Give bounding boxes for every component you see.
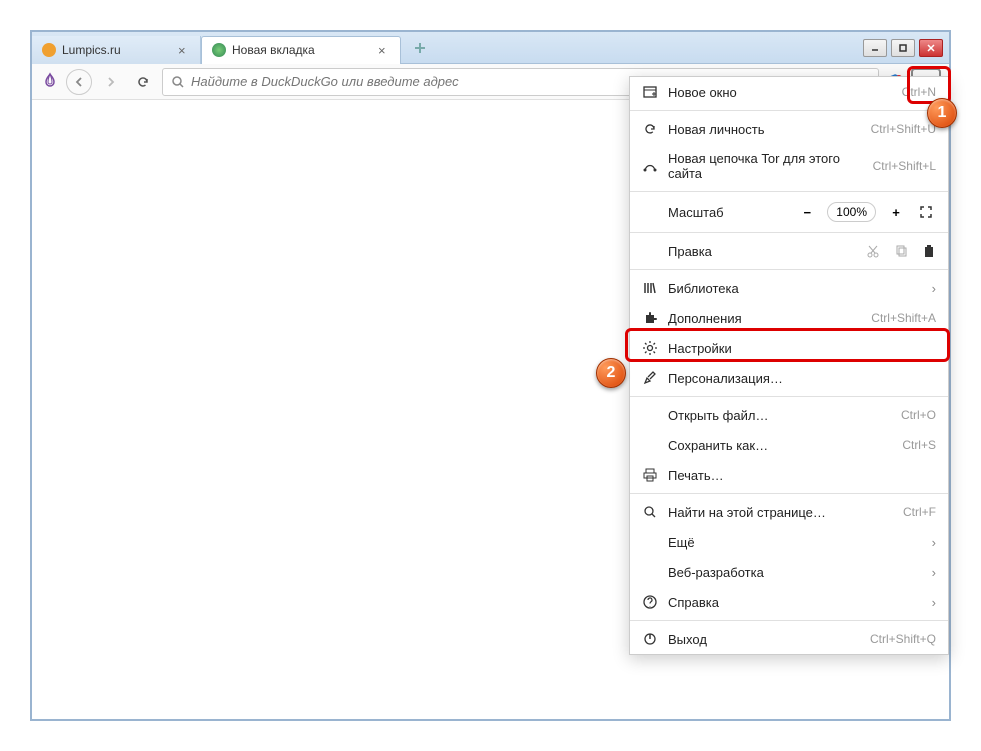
- menu-label: Новая цепочка Tor для этого сайта: [668, 151, 863, 181]
- tab-title: Lumpics.ru: [62, 43, 172, 57]
- menu-label: Новая личность: [668, 122, 861, 137]
- menu-new-window[interactable]: Новое окно Ctrl+N: [630, 77, 948, 107]
- separator: [630, 110, 948, 111]
- globe-icon: [212, 43, 226, 57]
- chevron-right-icon: ›: [932, 535, 936, 550]
- tab-newtab[interactable]: Новая вкладка ×: [201, 36, 401, 64]
- close-window-button[interactable]: [919, 39, 943, 57]
- separator: [630, 191, 948, 192]
- menu-more[interactable]: Ещё ›: [630, 527, 948, 557]
- menu-shortcut: Ctrl+Shift+A: [871, 311, 936, 325]
- separator: [630, 396, 948, 397]
- menu-label: Персонализация…: [668, 371, 936, 386]
- menu-label: Найти на этой странице…: [668, 505, 893, 520]
- reload-button[interactable]: [130, 69, 156, 95]
- separator: [630, 232, 948, 233]
- chevron-right-icon: ›: [932, 281, 936, 296]
- zoom-value: 100%: [827, 202, 876, 222]
- menu-shortcut: Ctrl+Shift+U: [871, 122, 936, 136]
- brush-icon: [642, 370, 658, 386]
- new-tab-button[interactable]: [407, 36, 433, 60]
- menu-label: Печать…: [668, 468, 936, 483]
- menu-find[interactable]: Найти на этой странице… Ctrl+F: [630, 497, 948, 527]
- new-window-icon: [642, 84, 658, 100]
- menu-new-circuit[interactable]: Новая цепочка Tor для этого сайта Ctrl+S…: [630, 144, 948, 188]
- search-icon: [642, 504, 658, 520]
- window-controls: [863, 39, 949, 57]
- callout-2: 2: [596, 358, 626, 388]
- menu-open-file[interactable]: Открыть файл… Ctrl+O: [630, 400, 948, 430]
- menu-shortcut: Ctrl+S: [902, 438, 936, 452]
- menu-label: Правка: [668, 244, 856, 259]
- menu-shortcut: Ctrl+Shift+L: [873, 159, 936, 173]
- menu-label: Дополнения: [668, 311, 861, 326]
- refresh-icon: [642, 121, 658, 137]
- close-icon[interactable]: ×: [178, 44, 190, 56]
- app-menu-panel: Новое окно Ctrl+N Новая личность Ctrl+Sh…: [629, 76, 949, 655]
- chevron-right-icon: ›: [932, 565, 936, 580]
- menu-label: Новое окно: [668, 85, 892, 100]
- titlebar: Lumpics.ru × Новая вкладка ×: [32, 32, 949, 64]
- menu-print[interactable]: Печать…: [630, 460, 948, 490]
- chevron-right-icon: ›: [932, 595, 936, 610]
- tab-lumpics[interactable]: Lumpics.ru ×: [32, 36, 201, 64]
- menu-label: Веб-разработка: [668, 565, 922, 580]
- menu-label: Ещё: [668, 535, 922, 550]
- menu-new-identity[interactable]: Новая личность Ctrl+Shift+U: [630, 114, 948, 144]
- separator: [630, 269, 948, 270]
- menu-shortcut: Ctrl+F: [903, 505, 936, 519]
- tab-title: Новая вкладка: [232, 43, 372, 57]
- menu-edit: Правка: [630, 236, 948, 266]
- menu-addons[interactable]: Дополнения Ctrl+Shift+A: [630, 303, 948, 333]
- menu-settings[interactable]: Настройки: [630, 333, 948, 363]
- power-icon: [642, 631, 658, 647]
- menu-label: Сохранить как…: [668, 438, 892, 453]
- menu-save-as[interactable]: Сохранить как… Ctrl+S: [630, 430, 948, 460]
- menu-label: Масштаб: [668, 205, 724, 220]
- menu-label: Библиотека: [668, 281, 922, 296]
- onion-icon[interactable]: [40, 72, 60, 92]
- menu-shortcut: Ctrl+Shift+Q: [870, 632, 936, 646]
- gear-icon: [642, 340, 658, 356]
- zoom-in-button[interactable]: +: [886, 202, 906, 222]
- callout-1: 1: [927, 98, 957, 128]
- circuit-icon: [642, 158, 658, 174]
- forward-button[interactable]: [98, 69, 124, 95]
- help-icon: [642, 594, 658, 610]
- favicon-icon: [42, 43, 56, 57]
- menu-zoom: Масштаб − 100% +: [630, 195, 948, 229]
- cut-icon[interactable]: [866, 244, 880, 258]
- menu-label: Открыть файл…: [668, 408, 891, 423]
- menu-webdev[interactable]: Веб-разработка ›: [630, 557, 948, 587]
- menu-shortcut: Ctrl+N: [902, 85, 936, 99]
- addon-icon: [642, 310, 658, 326]
- menu-exit[interactable]: Выход Ctrl+Shift+Q: [630, 624, 948, 654]
- menu-customize[interactable]: Персонализация…: [630, 363, 948, 393]
- separator: [630, 493, 948, 494]
- maximize-button[interactable]: [891, 39, 915, 57]
- menu-help[interactable]: Справка ›: [630, 587, 948, 617]
- menu-label: Справка: [668, 595, 922, 610]
- menu-label: Выход: [668, 632, 860, 647]
- menu-library[interactable]: Библиотека ›: [630, 273, 948, 303]
- close-icon[interactable]: ×: [378, 44, 390, 56]
- paste-icon[interactable]: [922, 244, 936, 258]
- zoom-out-button[interactable]: −: [797, 202, 817, 222]
- menu-label: Настройки: [668, 341, 936, 356]
- copy-icon[interactable]: [894, 244, 908, 258]
- minimize-button[interactable]: [863, 39, 887, 57]
- back-button[interactable]: [66, 69, 92, 95]
- library-icon: [642, 280, 658, 296]
- search-icon: [171, 75, 185, 89]
- separator: [630, 620, 948, 621]
- menu-shortcut: Ctrl+O: [901, 408, 936, 422]
- print-icon: [642, 467, 658, 483]
- fullscreen-icon[interactable]: [916, 202, 936, 222]
